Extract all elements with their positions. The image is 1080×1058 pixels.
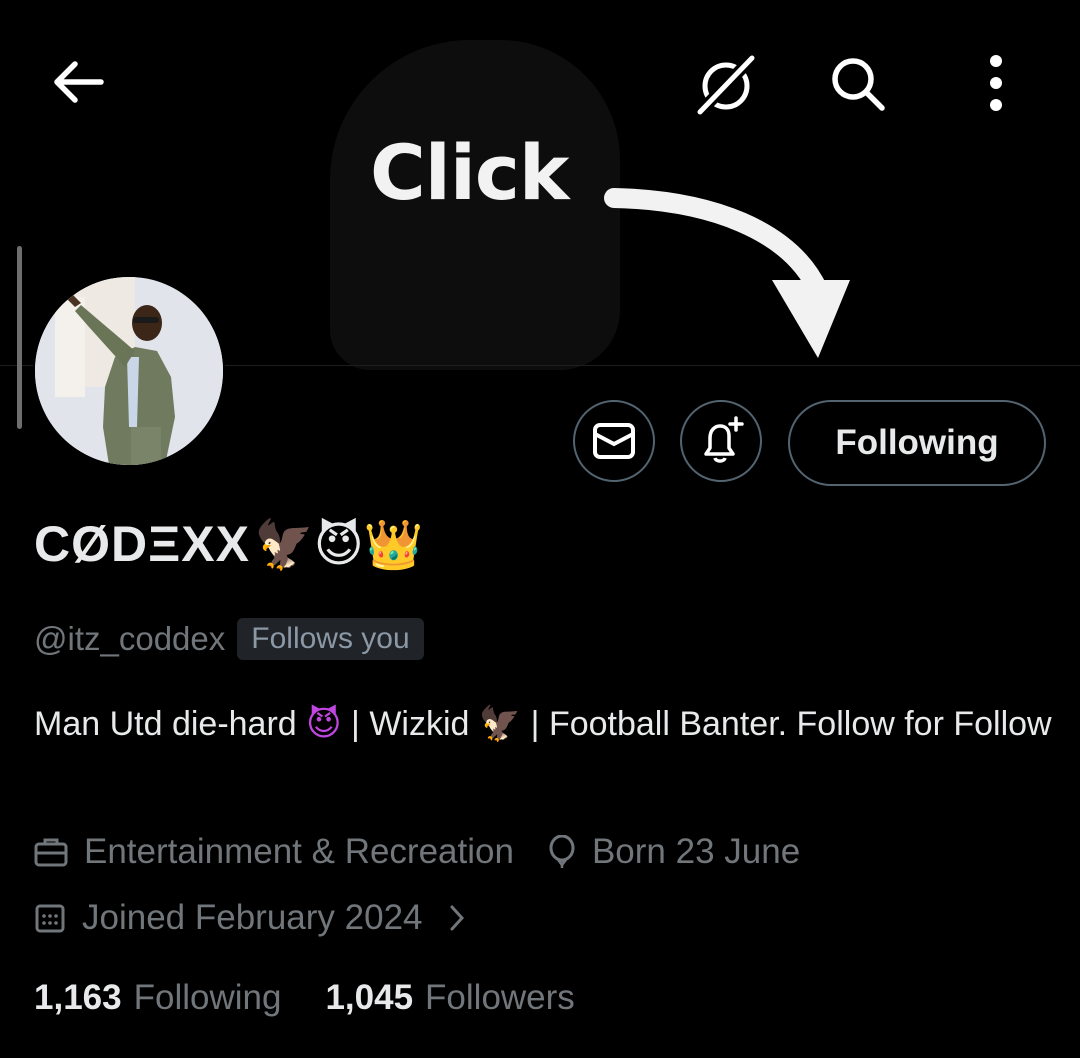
joined-text: Joined February 2024: [82, 898, 423, 937]
bio-text-2: | Wizkid: [341, 705, 479, 743]
following-label[interactable]: Following: [134, 978, 282, 1018]
handle: @itz_coddex: [34, 620, 226, 657]
category-item: Entertainment & Recreation: [34, 832, 514, 872]
joined-row[interactable]: Joined February 2024: [34, 898, 515, 938]
message-button[interactable]: [573, 400, 655, 482]
display-name: CØDΞXX: [34, 516, 250, 572]
curved-arrow-icon: [604, 188, 850, 358]
bio-text-3: | Football Banter. Follow for Follow: [521, 705, 1052, 743]
calendar-icon: [35, 904, 65, 933]
balloon-icon: [549, 835, 575, 868]
birthday-item: Born 23 June: [548, 832, 800, 872]
followers-label[interactable]: Followers: [425, 978, 575, 1018]
follows-you-badge: Follows you: [237, 618, 424, 660]
bio-text-1: Man Utd die-hard: [34, 705, 307, 743]
name-emojis: 🦅😈👑: [254, 516, 424, 573]
avatar-photo: [35, 277, 223, 465]
back-button[interactable]: [46, 50, 110, 114]
grok-button[interactable]: [694, 52, 758, 116]
bell-plus-icon: [704, 416, 744, 463]
meta-row-1: Entertainment & Recreation Born 23 June: [34, 832, 834, 872]
envelope-icon: [593, 423, 635, 459]
more-vertical-icon: [990, 55, 1002, 111]
notifications-button[interactable]: [680, 400, 762, 482]
handle-row: @itz_coddex Follows you: [34, 618, 424, 660]
search-icon: [832, 58, 885, 111]
chevron-right-icon: [450, 905, 464, 931]
grok-icon: [695, 53, 757, 116]
search-button[interactable]: [826, 52, 890, 116]
arrow-left-icon: [54, 61, 104, 103]
following-button[interactable]: Following: [788, 400, 1046, 486]
banner-overlay-text: Click: [370, 128, 569, 217]
bio-emoji-eagle: 🦅: [478, 705, 522, 743]
follow-stats: 1,163 Following 1,045 Followers: [34, 978, 619, 1018]
followers-count[interactable]: 1,045: [325, 978, 413, 1018]
bio-emoji-devil: 😈: [306, 705, 342, 743]
scrollbar[interactable]: [17, 246, 22, 429]
joined-item[interactable]: Joined February 2024: [34, 898, 481, 938]
birthday-text: Born 23 June: [591, 832, 801, 871]
category-text: Entertainment & Recreation: [84, 832, 514, 871]
more-button[interactable]: [964, 50, 1028, 114]
display-name-row: CØDΞXX 🦅😈👑: [34, 515, 424, 573]
briefcase-icon: [34, 838, 68, 867]
following-count[interactable]: 1,163: [34, 978, 122, 1018]
avatar[interactable]: [33, 275, 225, 467]
bio: Man Utd die-hard 😈 | Wizkid 🦅 | Football…: [34, 700, 1054, 749]
